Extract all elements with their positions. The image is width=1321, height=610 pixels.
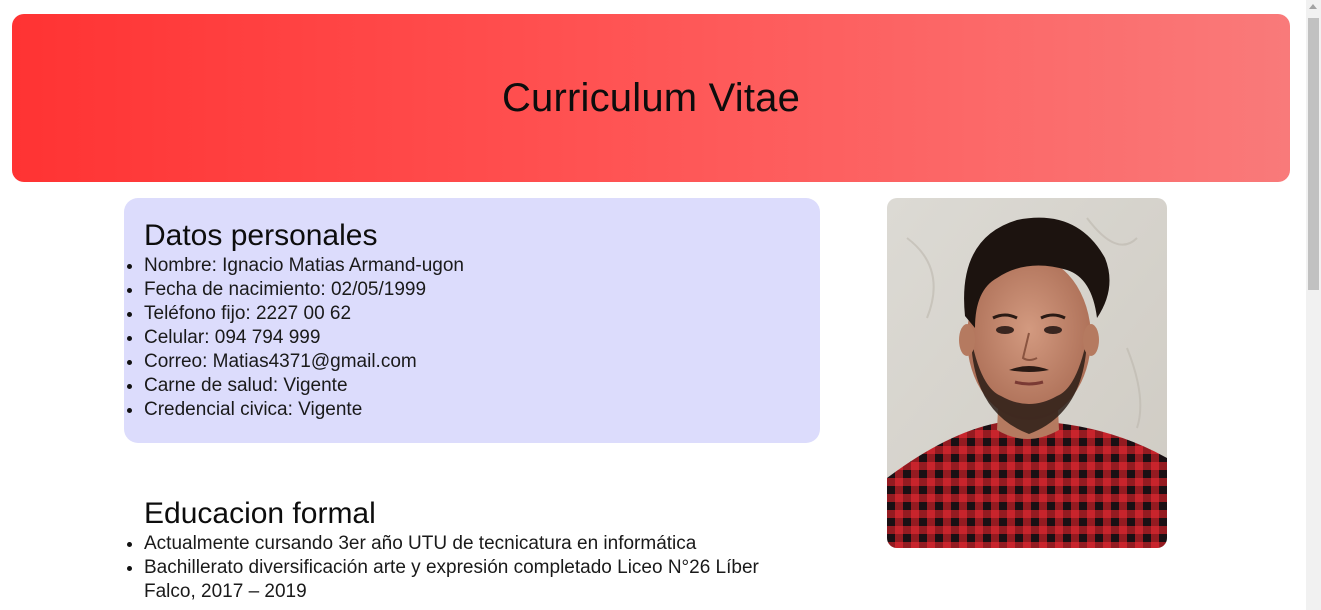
page-title: Curriculum Vitae [501,75,801,120]
list-item: Credencial civica: Vigente [127,398,820,422]
education-card: Educacion formal Actualmente cursando 3e… [124,478,820,610]
header-banner: Curriculum Vitae [12,14,1290,182]
vertical-scrollbar[interactable] [1306,0,1321,610]
profile-photo [887,198,1167,548]
personal-data-card: Datos personales Nombre: Ignacio Matias … [124,198,820,443]
scroll-up-arrow-icon[interactable] [1309,4,1317,9]
list-item: Carne de salud: Vigente [127,374,820,398]
scrollbar-thumb[interactable] [1308,18,1319,290]
list-item: Teléfono fijo: 2227 00 62 [127,302,820,326]
list-item: Celular: 094 794 999 [127,326,820,350]
education-title: Educacion formal [144,497,376,530]
personal-data-title: Datos personales [144,219,378,252]
list-item: Fecha de nacimiento: 02/05/1999 [127,278,820,302]
list-item: Actualmente cursando 3er año UTU de tecn… [127,532,794,556]
list-item: Bachillerato diversificación arte y expr… [127,556,794,604]
list-item: Correo: Matias4371@gmail.com [127,350,820,374]
personal-data-list: Nombre: Ignacio Matias Armand-ugon Fecha… [127,254,820,422]
list-item: Nombre: Ignacio Matias Armand-ugon [127,254,820,278]
cv-page: Curriculum Vitae Datos personales Nombre… [0,0,1306,610]
education-list: Actualmente cursando 3er año UTU de tecn… [127,532,820,604]
